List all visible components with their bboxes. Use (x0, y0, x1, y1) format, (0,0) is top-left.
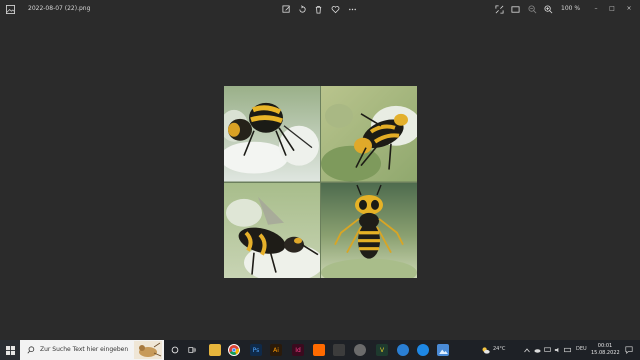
zoom-in-icon[interactable] (543, 4, 554, 15)
title-bar: 2022-08-07 (22).png 100 % – □ × (0, 0, 640, 20)
more-icon[interactable] (347, 4, 358, 15)
taskbar-clock[interactable]: 00:01 15.08.2022 (591, 343, 620, 357)
search-highlight-art (134, 341, 162, 359)
app-blue-2-icon[interactable] (417, 344, 429, 356)
notifications-icon[interactable] (624, 344, 634, 356)
rotate-icon[interactable] (297, 4, 308, 15)
zoom-out-icon[interactable] (527, 4, 538, 15)
chevron-up-icon[interactable] (523, 344, 531, 356)
app-dark-icon[interactable] (333, 344, 345, 356)
weather-icon[interactable] (480, 344, 490, 356)
search-icon (27, 346, 35, 354)
task-view-icon[interactable] (186, 344, 198, 356)
search-placeholder: Zur Suche Text hier eingeben (40, 346, 129, 353)
wasp-tile-4 (321, 182, 417, 278)
photos-app-icon (6, 5, 15, 14)
file-explorer-icon[interactable] (209, 344, 221, 356)
app-blue-1-icon[interactable] (397, 344, 409, 356)
indesign-icon[interactable]: Id (292, 344, 304, 356)
clock-date: 15.08.2022 (591, 350, 620, 356)
weather-temperature[interactable]: 24°C (493, 346, 505, 352)
network-icon[interactable] (543, 344, 551, 356)
close-button[interactable]: × (624, 3, 634, 13)
illustrator-icon[interactable]: Ai (270, 344, 282, 356)
minimize-button[interactable]: – (591, 3, 601, 13)
app-orange-icon[interactable] (313, 344, 325, 356)
app-yellow-v-icon[interactable]: V (376, 344, 388, 356)
fullscreen-icon[interactable] (494, 4, 505, 15)
windows-logo-icon (5, 345, 15, 355)
edit-image-icon[interactable] (281, 4, 292, 15)
taskbar: Zur Suche Text hier eingeben Ps Ai Id V … (0, 340, 640, 360)
wasp-tile-1 (224, 86, 320, 182)
taskbar-search-box[interactable]: Zur Suche Text hier eingeben (20, 340, 164, 360)
start-button[interactable] (0, 340, 20, 360)
favorite-icon[interactable] (330, 4, 341, 15)
file-name: 2022-08-07 (22).png (28, 5, 91, 12)
zoom-level[interactable]: 100 % (561, 5, 580, 12)
fit-window-icon[interactable] (510, 4, 521, 15)
delete-icon[interactable] (313, 4, 324, 15)
maximize-button[interactable]: □ (607, 3, 617, 13)
chrome-icon[interactable] (228, 344, 240, 356)
keyboard-icon[interactable] (563, 344, 571, 356)
clock-time: 00:01 (597, 343, 613, 349)
photoshop-icon[interactable]: Ps (250, 344, 262, 356)
cortana-icon[interactable] (169, 344, 181, 356)
photos-taskbar-icon[interactable] (437, 344, 449, 356)
cloud-icon[interactable] (533, 344, 541, 356)
wasp-tile-3 (224, 182, 320, 278)
input-language[interactable]: DEU (576, 346, 587, 352)
wasp-tile-2 (321, 86, 417, 182)
volume-icon[interactable] (553, 344, 561, 356)
image-canvas[interactable] (224, 86, 417, 278)
app-gray-icon[interactable] (354, 344, 366, 356)
